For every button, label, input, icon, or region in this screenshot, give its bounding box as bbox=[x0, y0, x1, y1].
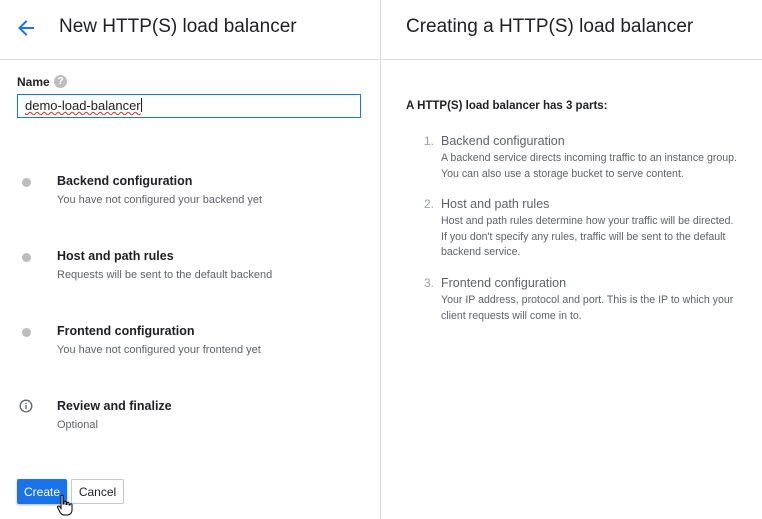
help-icon[interactable]: ? bbox=[54, 75, 67, 88]
step-title: Review and finalize bbox=[57, 399, 172, 413]
step-backend-configuration[interactable]: Backend configuration You have not confi… bbox=[0, 174, 380, 214]
step-host-and-path-rules[interactable]: Host and path rules Requests will be sen… bbox=[0, 249, 380, 289]
step-subtitle: You have not configured your backend yet bbox=[57, 194, 263, 206]
part-title: Backend configuration bbox=[441, 134, 565, 148]
part-description: Your IP address, protocol and port. This… bbox=[441, 294, 734, 322]
status-dot-icon bbox=[22, 253, 31, 262]
left-panel: New HTTP(S) load balancer Name ? demo-lo… bbox=[0, 0, 381, 519]
right-header: Creating a HTTP(S) load balancer bbox=[382, 0, 762, 60]
part-number: 3. bbox=[424, 276, 435, 290]
step-title: Backend configuration bbox=[57, 174, 193, 188]
step-title: Host and path rules bbox=[57, 249, 174, 263]
arrow-back-icon bbox=[18, 20, 34, 36]
part-title: Frontend configuration bbox=[441, 276, 567, 290]
help-intro: A HTTP(S) load balancer has 3 parts: bbox=[406, 100, 608, 112]
status-dot-icon bbox=[22, 328, 31, 337]
part-description: Host and path rules determine how your t… bbox=[441, 215, 734, 259]
name-input[interactable]: demo-load-balancer bbox=[17, 94, 361, 118]
hand-pointer-icon bbox=[56, 494, 73, 516]
step-subtitle: Requests will be sent to the default bac… bbox=[57, 269, 273, 281]
step-review-and-finalize[interactable]: Review and finalize Optional bbox=[0, 399, 380, 439]
info-icon bbox=[19, 399, 33, 413]
status-dot-icon bbox=[22, 178, 31, 187]
left-header: New HTTP(S) load balancer bbox=[0, 0, 380, 60]
step-title: Frontend configuration bbox=[57, 324, 195, 338]
name-label: Name bbox=[17, 75, 50, 89]
help-panel-title: Creating a HTTP(S) load balancer bbox=[406, 16, 694, 37]
cancel-button[interactable]: Cancel bbox=[71, 479, 124, 504]
right-panel: Creating a HTTP(S) load balancer A HTTP(… bbox=[382, 0, 762, 519]
page-title: New HTTP(S) load balancer bbox=[59, 16, 297, 37]
name-input-value: demo-load-balancer bbox=[25, 98, 141, 113]
part-number: 1. bbox=[424, 134, 435, 148]
part-description: A backend service directs incoming traff… bbox=[441, 152, 737, 180]
part-title: Host and path rules bbox=[441, 197, 550, 211]
part-number: 2. bbox=[424, 197, 435, 211]
text-caret bbox=[140, 98, 142, 112]
back-button[interactable] bbox=[12, 14, 40, 42]
step-frontend-configuration[interactable]: Frontend configuration You have not conf… bbox=[0, 324, 380, 364]
step-subtitle: Optional bbox=[57, 419, 98, 431]
step-subtitle: You have not configured your frontend ye… bbox=[57, 344, 261, 356]
